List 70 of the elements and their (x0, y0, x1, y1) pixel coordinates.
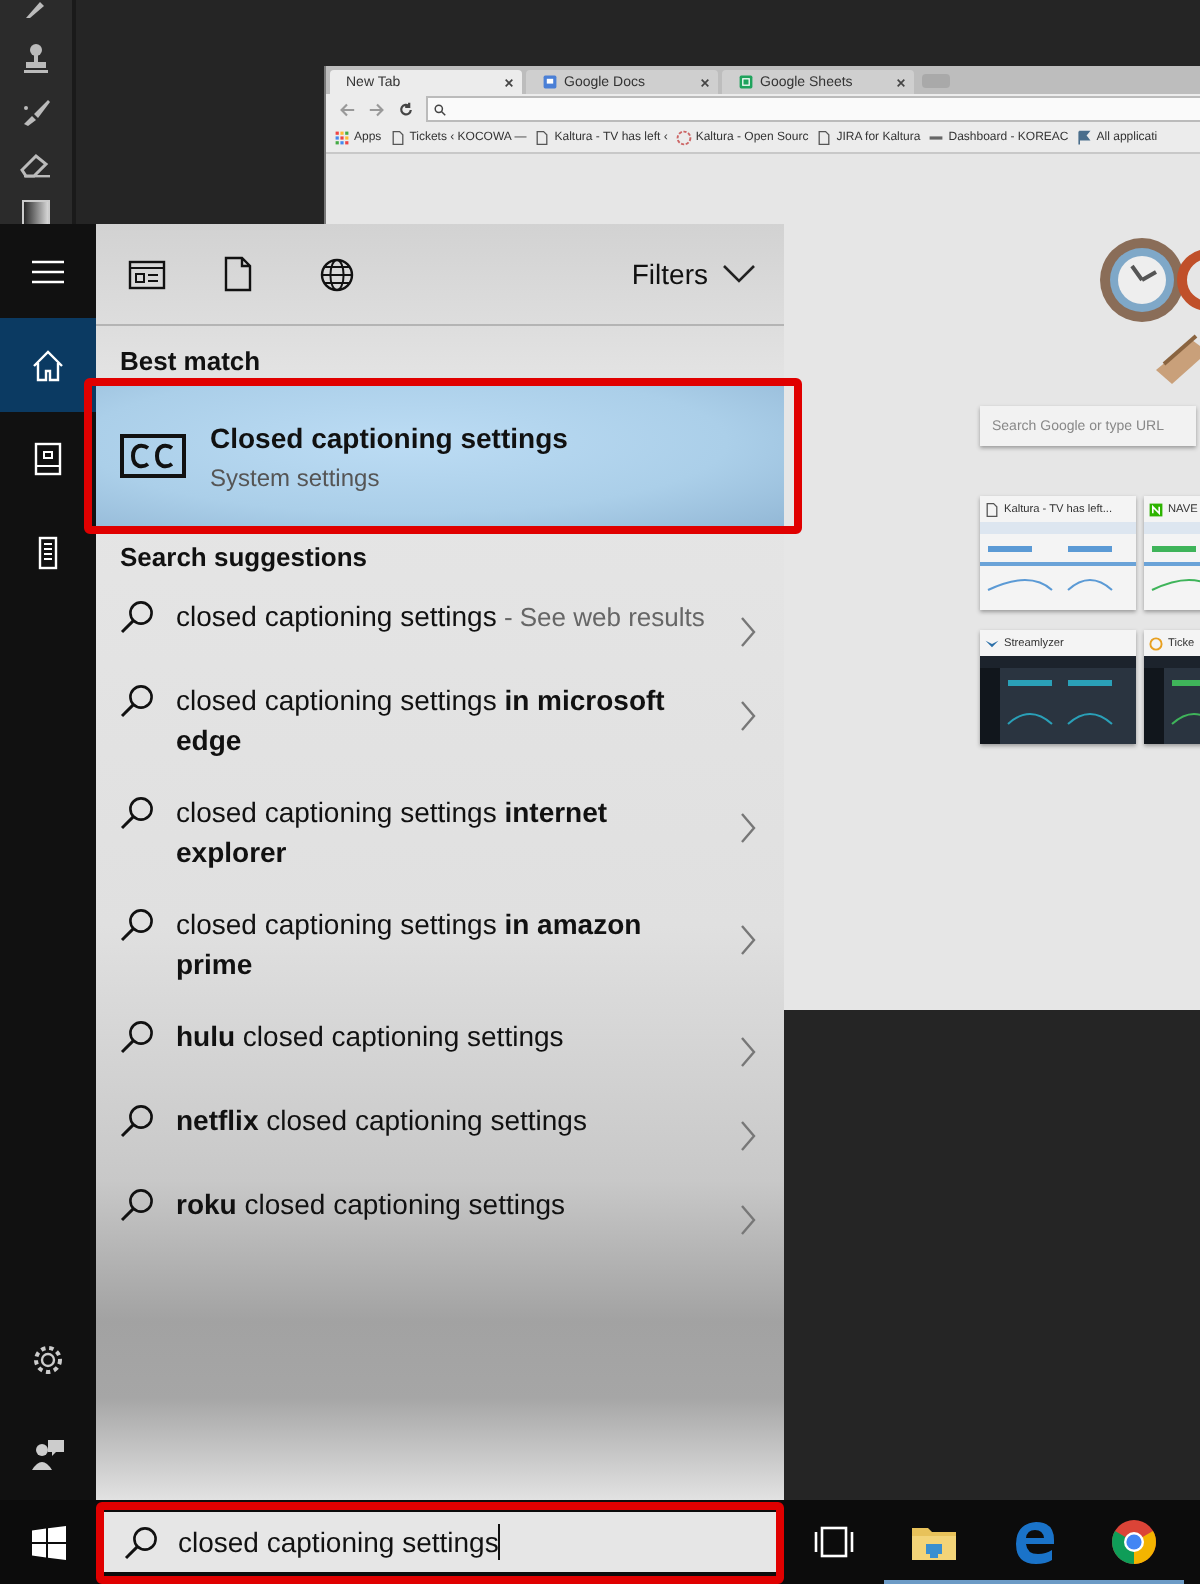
folder-icon (910, 1522, 958, 1562)
reload-icon[interactable] (398, 101, 414, 117)
search-icon (120, 684, 154, 718)
settings-icon (32, 1343, 64, 1375)
document-icon (542, 74, 558, 90)
circle-icon (1148, 635, 1164, 651)
page-icon (816, 130, 833, 146)
bird-icon (984, 635, 1000, 651)
suggestion-item[interactable]: hulu closed captioning settings (96, 1004, 784, 1088)
tower-icon (38, 536, 58, 570)
stamp-icon[interactable] (22, 42, 50, 74)
search-icon (120, 1188, 154, 1222)
feedback-icon (32, 1437, 64, 1469)
chevron-right-icon (740, 1120, 756, 1152)
menu-icon (32, 259, 64, 283)
suggestion-item[interactable]: closed captioning settings in microsoft edge (96, 668, 784, 780)
home-icon (32, 349, 64, 381)
search-box[interactable]: closed captioning settings (104, 1512, 776, 1572)
suggestion-item[interactable]: roku closed captioning settings (96, 1172, 784, 1256)
chevron-right-icon (740, 924, 756, 956)
page-icon (389, 130, 406, 146)
chrome-icon (1110, 1518, 1158, 1566)
app-window-icon (128, 259, 166, 289)
result-item[interactable]: Closed captioning settings System settings (96, 386, 784, 526)
search-icon (434, 103, 446, 115)
windows-icon (31, 1525, 65, 1559)
suggestion-item[interactable]: closed captioning settings - See web results (96, 584, 784, 668)
section-heading: Best match (118, 344, 263, 380)
chevron-right-icon (740, 1036, 756, 1068)
page-icon (984, 501, 1000, 517)
search-icon (120, 1104, 154, 1138)
flag-icon (1076, 130, 1093, 146)
search-icon (120, 908, 154, 942)
spreadsheet-icon (738, 74, 754, 90)
suggestion-item[interactable]: closed captioning settings internet explorer (96, 780, 784, 892)
suggestion-item[interactable]: netflix closed captioning settings (96, 1088, 784, 1172)
chevron-down-icon (722, 264, 756, 284)
eraser-icon[interactable] (20, 150, 52, 178)
suggestion-item[interactable]: closed captioning settings in amazon prime (96, 892, 784, 1004)
chevron-right-icon (740, 812, 756, 844)
search-icon (120, 796, 154, 830)
search-icon (124, 1525, 158, 1559)
brush-icon[interactable] (20, 96, 52, 128)
document-icon (224, 256, 252, 292)
sidebar-item[interactable] (0, 318, 96, 412)
text-cursor (498, 1524, 501, 1560)
page-icon (534, 130, 551, 146)
chevron-right-icon (740, 616, 756, 648)
result-subtitle: System settings (210, 463, 382, 491)
brush-icon[interactable] (22, 0, 50, 20)
captions-icon (120, 434, 186, 478)
close-icon[interactable] (700, 77, 710, 87)
globe-icon (320, 257, 354, 291)
ring-icon (675, 130, 692, 146)
search-icon (120, 1020, 154, 1054)
filters-button[interactable]: Filters (631, 258, 756, 290)
task-view-icon (812, 1524, 856, 1560)
notebook-icon (34, 442, 62, 476)
search-icon (120, 600, 154, 634)
result-title: Closed captioning settings (210, 421, 568, 453)
close-icon[interactable] (504, 77, 514, 87)
gradient-icon[interactable] (22, 200, 50, 228)
letter-tile-icon (1148, 501, 1164, 517)
section-heading: Search suggestions (118, 540, 370, 576)
edge-icon (1011, 1518, 1057, 1566)
chevron-right-icon (740, 1204, 756, 1236)
chevron-right-icon (740, 700, 756, 732)
close-icon[interactable] (896, 77, 906, 87)
grid-icon (334, 130, 350, 146)
dash-icon (928, 130, 945, 146)
